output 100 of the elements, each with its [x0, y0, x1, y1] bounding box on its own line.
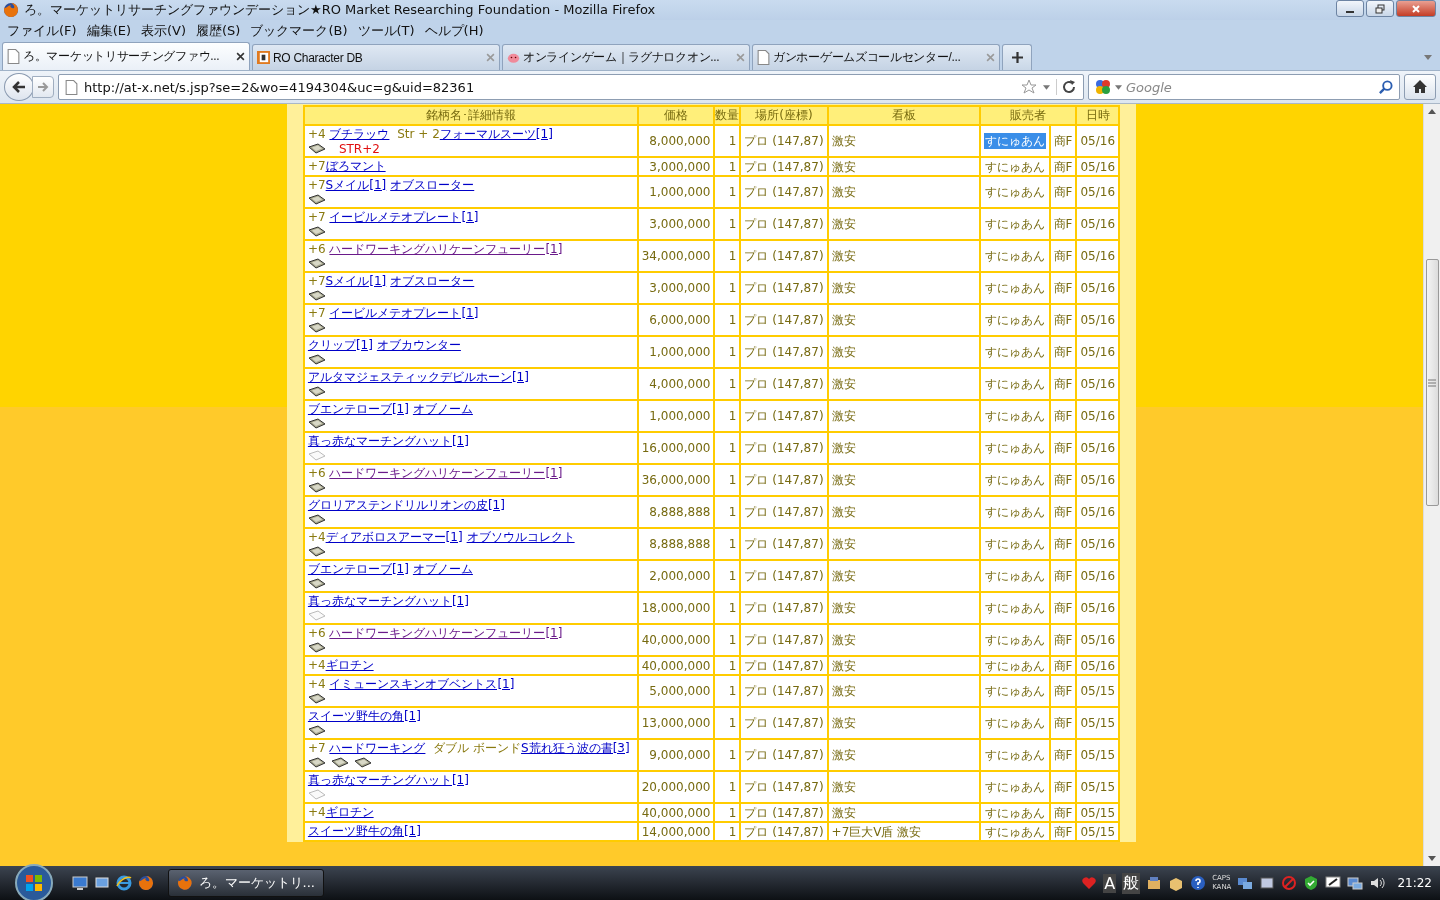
scroll-down-icon[interactable] — [1428, 856, 1436, 861]
home-button[interactable] — [1404, 74, 1436, 100]
item-link[interactable]: ブチラッウ — [329, 127, 390, 141]
address-bar[interactable]: http://at-x.net/s.jsp?se=2&wo=4194304&uc=g&uid=82361 — [58, 74, 1084, 100]
sign-cell: 激安 — [827, 157, 980, 176]
item-link[interactable]: オブスローター — [390, 178, 475, 192]
item-link[interactable]: Sメイル[1] — [325, 274, 387, 288]
item-link[interactable]: ブエンテローブ[1] — [307, 562, 409, 576]
window-switch-icon[interactable] — [94, 875, 110, 891]
scrollbar[interactable] — [1423, 104, 1440, 866]
item-link[interactable]: ハードワーキングハリケーンフューリー[1] — [329, 242, 563, 256]
start-button[interactable] — [14, 863, 54, 900]
restore-icon — [1375, 3, 1385, 14]
item-link[interactable]: Sメイル[1] — [325, 178, 387, 192]
device-icon[interactable] — [1259, 875, 1276, 891]
quantity-cell: 1 — [714, 803, 741, 822]
scrollbar-thumb[interactable] — [1425, 259, 1439, 506]
item-link[interactable]: オブノーム — [412, 402, 473, 416]
item-link[interactable]: オブソウルコレクト — [466, 530, 575, 544]
taskbar-window-button[interactable]: ろ。マーケットリ... — [168, 869, 324, 897]
browser-e-icon[interactable] — [116, 875, 132, 891]
item-link[interactable]: グロリアステンドリルリオンの皮[1] — [307, 498, 505, 512]
search-field[interactable]: Google — [1126, 79, 1374, 95]
item-link[interactable]: オブノーム — [412, 562, 473, 576]
menu-item[interactable]: 編集(E) — [81, 22, 136, 40]
restore-button[interactable] — [1366, 0, 1394, 17]
search-bar[interactable]: Google — [1088, 74, 1400, 100]
browser-tab[interactable]: RO Character DB — [252, 44, 500, 70]
monitor-icon[interactable] — [1347, 875, 1364, 891]
shop-cell: 商F — [1049, 528, 1077, 560]
tab-list-icon[interactable] — [1424, 55, 1432, 60]
item-link[interactable]: ギロチン — [325, 658, 374, 672]
price-cell: 8,888,888 — [637, 496, 715, 528]
shop-cell: 商F — [1049, 336, 1077, 368]
blocked-icon[interactable] — [1281, 875, 1298, 891]
item-link[interactable]: ハードワーキングハリケーンフューリー[1] — [329, 466, 563, 480]
shop-cell: 商F — [1049, 157, 1077, 176]
search-icon[interactable] — [1378, 79, 1393, 95]
date-cell: 05/16 — [1076, 496, 1120, 528]
sign-cell: 激安 — [827, 368, 980, 400]
item-link[interactable]: 真っ赤なマーチングハット[1] — [307, 773, 469, 787]
toolbox-icon[interactable] — [1146, 875, 1163, 891]
item-link[interactable]: 真っ赤なマーチングハット[1] — [307, 594, 469, 608]
quantity-cell: 1 — [714, 125, 741, 157]
item-link[interactable]: オブカウンター — [376, 338, 461, 352]
box-icon[interactable] — [1168, 875, 1185, 891]
item-link[interactable]: オブスローター — [390, 274, 475, 288]
item-link[interactable]: S荒れ狂う波の書[3] — [521, 741, 630, 755]
menu-item[interactable]: 表示(V) — [136, 22, 192, 40]
desktop-icon[interactable] — [72, 875, 88, 891]
scroll-up-icon[interactable] — [1428, 109, 1436, 114]
reload-icon[interactable] — [1056, 79, 1077, 95]
column-header: 販売者 — [979, 106, 1077, 125]
ime-indicator[interactable]: A — [1103, 873, 1117, 893]
back-button[interactable] — [4, 73, 34, 101]
item-link[interactable]: クリップ[1] — [307, 338, 373, 352]
ime-mode[interactable]: 般 — [1122, 872, 1141, 894]
menu-item[interactable]: ヘルプ(H) — [419, 22, 489, 40]
item-link[interactable]: ぼろマント — [325, 159, 386, 173]
firefox-icon[interactable] — [138, 875, 154, 891]
item-link[interactable]: イービルメテオプレート[1] — [329, 306, 479, 320]
item-link[interactable]: 真っ赤なマーチングハット[1] — [307, 434, 469, 448]
item-link[interactable]: イミューンスキンオブベントス[1] — [329, 677, 515, 691]
price-cell: 8,000,000 — [637, 125, 715, 157]
heart-icon[interactable] — [1081, 875, 1098, 891]
menu-item[interactable]: 履歴(S) — [191, 22, 246, 40]
address-field[interactable]: http://at-x.net/s.jsp?se=2&wo=4194304&uc=g&uid=82361 — [84, 79, 1015, 95]
item-link[interactable]: スイーツ野牛の角[1] — [307, 709, 421, 723]
new-tab-button[interactable] — [1002, 44, 1032, 70]
item-link[interactable]: ディアボロスアーマー[1] — [325, 530, 463, 544]
item-link[interactable]: イービルメテオプレート[1] — [329, 210, 479, 224]
display-icon[interactable] — [1325, 875, 1342, 891]
browser-tab[interactable]: ろ。マーケットリサーチングファウ... — [2, 42, 250, 70]
star-icon[interactable] — [1021, 79, 1037, 95]
menu-item[interactable]: ブックマーク(B) — [245, 22, 353, 40]
menu-item[interactable]: ツール(T) — [352, 22, 420, 40]
shop-cell: 商F — [1049, 240, 1077, 272]
item-link[interactable]: ハードワーキング — [329, 741, 426, 755]
menu-item[interactable]: ファイル(F) — [2, 22, 82, 40]
shop-cell: 商F — [1049, 771, 1077, 803]
close-icon[interactable] — [236, 52, 245, 61]
check-shield-icon[interactable] — [1303, 875, 1320, 891]
minimize-button[interactable] — [1336, 0, 1364, 17]
dropdown-icon[interactable] — [1043, 84, 1050, 90]
clock[interactable]: 21:22 — [1397, 876, 1432, 890]
item-link[interactable]: フォーマルスーツ[1] — [439, 127, 553, 141]
item-link[interactable]: アルタマジェスティックデビルホーン[1] — [307, 370, 529, 384]
item-link[interactable]: スイーツ野牛の角[1] — [307, 824, 421, 838]
price-cell: 20,000,000 — [637, 771, 715, 803]
item-link[interactable]: ギロチン — [325, 805, 374, 819]
item-link[interactable]: ハードワーキングハリケーンフューリー[1] — [329, 626, 563, 640]
browser-tab[interactable]: オンラインゲーム｜ラグナロクオン... — [502, 44, 750, 70]
network-icon[interactable] — [1237, 875, 1254, 891]
price-cell: 40,000,000 — [637, 624, 715, 656]
item-link[interactable]: ブエンテローブ[1] — [307, 402, 409, 416]
browser-tab[interactable]: ガンホーゲームズコールセンター/... — [752, 44, 1000, 70]
help-icon[interactable] — [1190, 875, 1207, 891]
dropdown-icon[interactable] — [1115, 84, 1122, 90]
speaker-icon[interactable] — [1369, 875, 1386, 891]
close-button[interactable] — [1396, 0, 1436, 17]
